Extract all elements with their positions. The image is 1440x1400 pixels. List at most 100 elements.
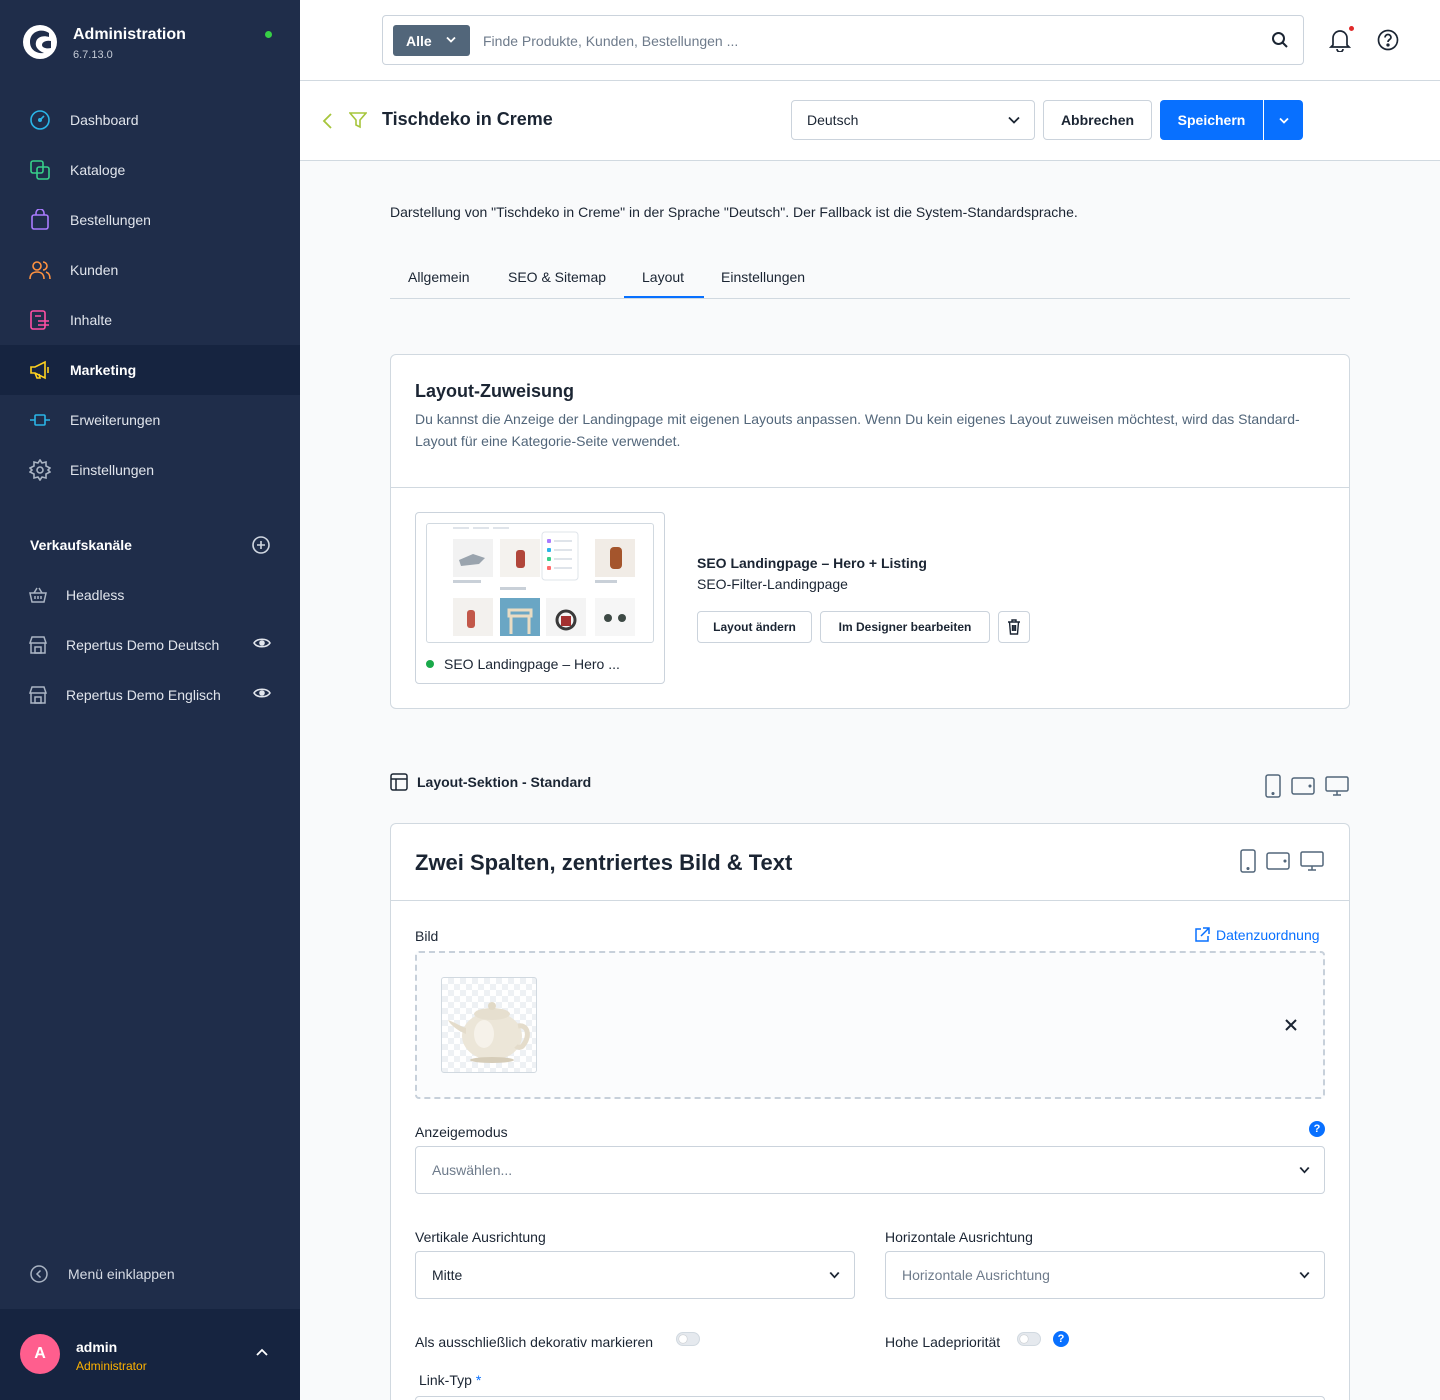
tab-einstellungen[interactable]: Einstellungen <box>721 269 805 285</box>
tab-layout[interactable]: Layout <box>642 269 684 285</box>
layout-preview-image <box>426 523 654 643</box>
tablet-icon[interactable] <box>1266 852 1290 870</box>
orders-icon <box>28 208 52 232</box>
sales-channel-repertus-deutsch[interactable]: Repertus Demo Deutsch <box>0 620 300 670</box>
eye-icon[interactable] <box>253 687 271 699</box>
dashboard-icon <box>28 108 52 132</box>
filter-icon <box>349 112 367 129</box>
section-layout-icon <box>390 773 408 791</box>
nav-item-kunden[interactable]: Kunden <box>0 245 300 295</box>
save-button[interactable]: Speichern <box>1160 100 1263 140</box>
edit-in-designer-button[interactable]: Im Designer bearbeiten <box>820 611 990 643</box>
layout-assignment-description: Du kannst die Anzeige der Landingpage mi… <box>415 411 1300 449</box>
language-info: Darstellung von "Tischdeko in Creme" in … <box>390 204 1078 220</box>
user-name: admin <box>76 1339 118 1355</box>
image-preview[interactable] <box>441 977 537 1073</box>
display-mode-label: Anzeigemodus <box>415 1124 508 1140</box>
decorative-toggle[interactable] <box>676 1332 700 1346</box>
link-type-select[interactable] <box>415 1396 1325 1400</box>
display-mode-value: Auswählen... <box>432 1162 513 1178</box>
layout-preview-card[interactable]: SEO Landingpage – Hero ... <box>415 512 665 684</box>
desktop-icon[interactable] <box>1325 776 1349 796</box>
tab-allgemein[interactable]: Allgemein <box>408 269 469 285</box>
basket-icon <box>28 585 48 605</box>
nav-item-marketing[interactable]: Marketing <box>0 345 300 395</box>
layout-status: SEO Landingpage – Hero ... <box>426 656 620 672</box>
nav-item-inhalte[interactable]: Inhalte <box>0 295 300 345</box>
notification-badge <box>1348 25 1355 32</box>
layout-type: SEO-Filter-Landingpage <box>697 576 848 592</box>
save-options-button[interactable] <box>1264 100 1303 140</box>
sidebar: Administration 6.7.13.0 Dashboard Katalo… <box>0 0 300 1400</box>
sales-channels-heading: Verkaufskanäle <box>30 536 270 554</box>
high-priority-toggle[interactable] <box>1017 1332 1041 1346</box>
sales-channel-label: Headless <box>66 587 125 603</box>
bell-icon[interactable] <box>1329 28 1351 52</box>
catalog-icon <box>28 158 52 182</box>
vertical-align-select[interactable]: Mitte <box>415 1251 855 1299</box>
active-status-dot <box>426 660 434 668</box>
tab-seo-sitemap[interactable]: SEO & Sitemap <box>508 269 606 285</box>
chevron-left-circle-icon <box>30 1265 48 1283</box>
vertical-align-value: Mitte <box>432 1267 463 1283</box>
help-icon[interactable]: ? <box>1053 1331 1069 1347</box>
tablet-icon[interactable] <box>1291 777 1315 795</box>
nav-item-kataloge[interactable]: Kataloge <box>0 145 300 195</box>
collapse-menu-label: Menü einklappen <box>68 1266 175 1282</box>
decorative-label: Als ausschließlich dekorativ markieren <box>415 1334 654 1350</box>
help-icon[interactable]: ? <box>1309 1121 1325 1137</box>
collapse-menu-button[interactable]: Menü einklappen <box>30 1265 175 1283</box>
chevron-up-icon[interactable] <box>255 1347 269 1357</box>
sales-channel-repertus-englisch[interactable]: Repertus Demo Englisch <box>0 670 300 720</box>
layout-assignment-title: Layout-Zuweisung <box>415 381 574 401</box>
remove-layout-button[interactable] <box>998 611 1030 643</box>
storefront-icon <box>28 635 48 655</box>
link-type-text: Link-Typ <box>419 1372 472 1388</box>
layout-section-label: Layout-Sektion - Standard <box>417 774 592 790</box>
nav-label-einstellungen: Einstellungen <box>70 462 155 478</box>
remove-image-icon[interactable] <box>1285 1019 1297 1031</box>
external-link-icon <box>1195 927 1210 942</box>
block-device-toggles <box>1230 849 1324 873</box>
mobile-icon[interactable] <box>1240 849 1256 873</box>
vertical-align-label: Vertikale Ausrichtung <box>415 1229 546 1245</box>
nav-item-dashboard[interactable]: Dashboard <box>0 95 300 145</box>
customers-icon <box>28 258 52 282</box>
search-icon[interactable] <box>1271 31 1289 49</box>
high-priority-label: Hohe Ladepriorität <box>885 1334 1001 1350</box>
brand[interactable]: Administration 6.7.13.0 <box>22 24 186 61</box>
nav-label-marketing: Marketing <box>70 362 137 378</box>
block-title: Zwei Spalten, zentriertes Bild & Text <box>415 850 793 875</box>
chevron-down-icon <box>1278 117 1289 124</box>
add-sales-channel-icon[interactable] <box>252 536 270 554</box>
layout-section-header: Layout-Sektion - Standard <box>390 773 591 791</box>
main-nav: Dashboard Kataloge Bestellungen Kunden I… <box>0 95 300 495</box>
mobile-icon[interactable] <box>1265 774 1281 798</box>
help-icon[interactable] <box>1377 29 1399 51</box>
change-layout-button[interactable]: Layout ändern <box>697 611 812 643</box>
cancel-button[interactable]: Abbrechen <box>1043 100 1152 140</box>
link-type-label: Link-Typ * <box>419 1372 481 1388</box>
display-mode-select[interactable]: Auswählen... <box>415 1146 1325 1194</box>
data-mapping-link[interactable]: Datenzuordnung <box>1194 927 1320 943</box>
search-type-select[interactable]: Alle <box>393 25 470 56</box>
nav-label-kunden: Kunden <box>70 262 119 278</box>
global-search: Alle <box>382 15 1304 65</box>
sales-channel-headless[interactable]: Headless <box>0 570 300 620</box>
eye-icon[interactable] <box>253 637 271 649</box>
settings-icon <box>28 458 52 482</box>
top-bar: Alle <box>300 0 1440 81</box>
image-dropzone[interactable] <box>415 951 1325 1099</box>
layout-preview-caption: SEO Landingpage – Hero ... <box>444 656 620 672</box>
nav-item-erweiterungen[interactable]: Erweiterungen <box>0 395 300 445</box>
user-menu[interactable]: A admin Administrator <box>0 1309 300 1400</box>
nav-item-einstellungen[interactable]: Einstellungen <box>0 445 300 495</box>
nav-item-bestellungen[interactable]: Bestellungen <box>0 195 300 245</box>
chevron-down-icon <box>446 36 456 43</box>
horizontal-align-select[interactable]: Horizontale Ausrichtung <box>885 1251 1325 1299</box>
desktop-icon[interactable] <box>1300 851 1324 871</box>
language-switch[interactable]: Deutsch <box>791 100 1035 140</box>
search-input[interactable] <box>483 29 1223 53</box>
divider <box>391 487 1349 488</box>
back-chevron-icon[interactable] <box>322 112 334 130</box>
